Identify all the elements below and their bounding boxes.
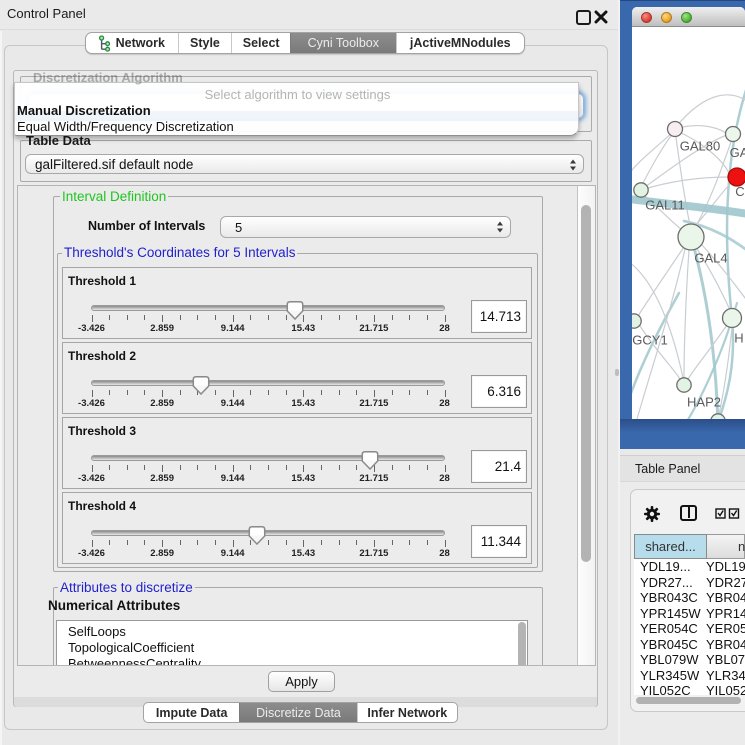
svg-text:GAL11: GAL11 [645, 198, 685, 213]
svg-text:HAP2: HAP2 [687, 395, 721, 410]
svg-text:GCY1: GCY1 [632, 333, 667, 348]
svg-text:GA: GA [730, 145, 745, 160]
svg-text:GAL80: GAL80 [680, 139, 720, 154]
svg-text:GAL4: GAL4 [694, 251, 727, 266]
svg-text:H: H [734, 331, 743, 346]
svg-text:C: C [735, 184, 744, 199]
